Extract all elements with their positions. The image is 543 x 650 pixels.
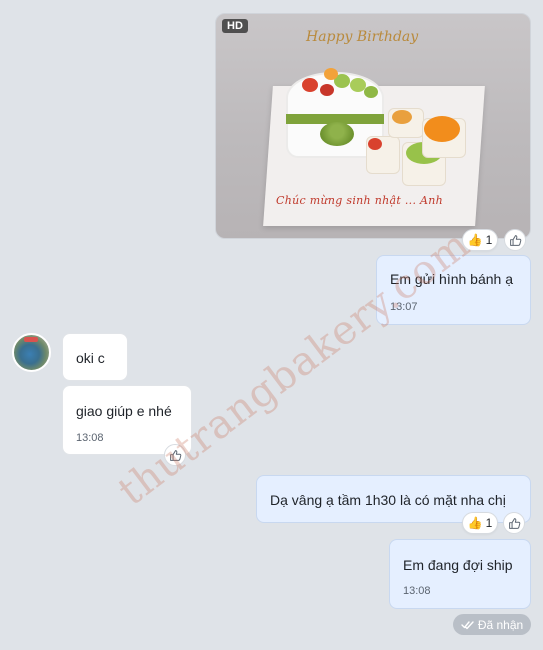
incoming-message[interactable]: oki c [62,333,128,381]
orange-decoration [324,68,338,80]
hd-badge: HD [222,19,248,33]
like-icon [508,517,520,529]
cake-bow [320,122,354,146]
cake-photo-message[interactable]: Chúc mừng sinh nhật ... Anh Happy Birthd… [215,13,531,239]
status-label: Đã nhận [477,617,524,632]
outgoing-message[interactable]: Em đang đợi ship 13:08 [389,539,531,609]
like-icon [169,449,181,461]
like-button[interactable] [503,512,525,534]
cake-board-text: Chúc mừng sinh nhật ... Anh [276,194,444,207]
message-text: Em gửi hình bánh ạ [390,271,514,287]
reaction-count: 1 [485,233,493,247]
reaction-count: 1 [485,516,493,530]
contact-avatar[interactable] [12,333,51,372]
thumbs-up-icon: 👍 [467,516,483,530]
message-time: 13:08 [403,585,431,597]
like-button[interactable] [504,229,526,251]
message-text: Dạ vâng ạ tầm 1h30 là có mặt nha chị [270,492,506,508]
outgoing-message[interactable]: Em gửi hình bánh ạ 13:07 [376,255,531,325]
message-text: oki c [76,350,105,366]
reaction-summary[interactable]: 👍 1 [462,512,498,534]
message-text: giao giúp e nhé [76,403,172,419]
avatar-badge [24,337,38,342]
orange-decoration [424,116,460,142]
like-button[interactable] [164,444,186,466]
message-text: Em đang đợi ship [403,557,513,573]
received-status-badge: Đã nhận [453,614,531,635]
message-time: 13:08 [76,432,104,444]
reaction-summary[interactable]: 👍 1 [462,229,498,251]
strawberry-decoration [320,84,334,96]
mango-decoration [392,110,412,124]
double-check-icon [461,620,474,629]
strawberry-decoration [302,78,318,92]
kiwi-decoration [364,86,378,98]
cake-topper: Happy Birthday [306,29,419,45]
strawberry-decoration [368,138,382,150]
thumbs-up-icon: 👍 [467,233,483,247]
message-time: 13:07 [390,301,418,313]
like-icon [509,234,521,246]
